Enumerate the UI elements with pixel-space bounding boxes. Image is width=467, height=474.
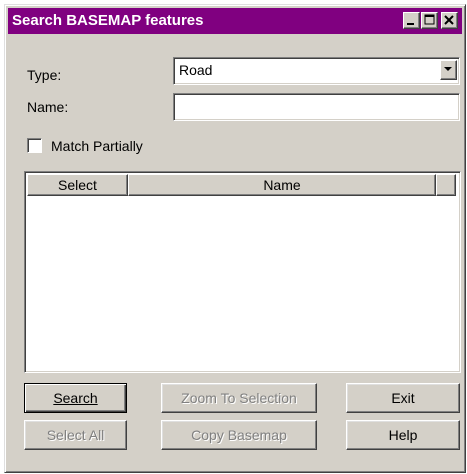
chevron-down-icon	[444, 67, 452, 71]
search-basemap-dialog: Search BASEMAP features Type: Road Name:…	[4, 4, 466, 473]
copy-basemap-label: Copy Basemap	[191, 427, 287, 443]
close-button[interactable]	[441, 12, 458, 29]
maximize-icon	[424, 14, 435, 25]
column-header-filler	[436, 174, 456, 196]
column-header-name[interactable]: Name	[128, 174, 436, 196]
select-all-label: Select All	[46, 427, 105, 443]
results-table[interactable]: Select Name	[24, 171, 461, 373]
type-select-value: Road	[179, 62, 213, 78]
name-input[interactable]	[173, 93, 460, 121]
zoom-to-selection-button[interactable]: Zoom To Selection	[161, 383, 317, 413]
search-button-label: Search	[53, 390, 98, 406]
select-all-button[interactable]: Select All	[24, 420, 127, 450]
column-header-select[interactable]: Select	[27, 174, 128, 196]
maximize-button[interactable]	[421, 12, 438, 29]
window-title: Search BASEMAP features	[12, 12, 204, 29]
minimize-button[interactable]	[403, 12, 420, 29]
exit-button[interactable]: Exit	[346, 383, 460, 413]
zoom-to-selection-label: Zoom To Selection	[181, 390, 297, 406]
type-label: Type:	[27, 67, 62, 83]
help-button[interactable]: Help	[346, 420, 460, 450]
title-bar[interactable]: Search BASEMAP features	[8, 8, 462, 34]
match-partially-checkbox[interactable]	[27, 138, 42, 153]
type-dropdown-button[interactable]	[440, 60, 457, 80]
match-partially-label[interactable]: Match Partially	[51, 138, 143, 154]
name-label: Name:	[27, 99, 69, 115]
minimize-icon	[407, 23, 414, 25]
help-button-label: Help	[388, 427, 418, 443]
search-button[interactable]: Search	[24, 383, 127, 413]
close-icon	[444, 15, 454, 25]
exit-button-label: Exit	[391, 390, 415, 406]
copy-basemap-button[interactable]: Copy Basemap	[161, 420, 317, 450]
type-select[interactable]: Road	[173, 57, 460, 85]
